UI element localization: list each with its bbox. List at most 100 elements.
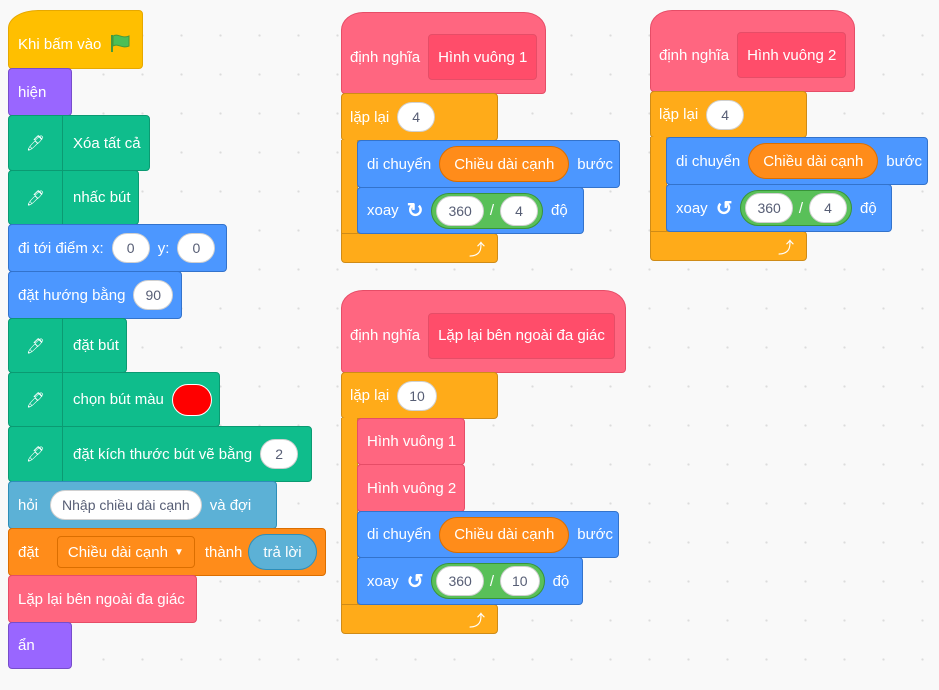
move-steps-block[interactable]: di chuyển Chiều dài cạnh bước [357,140,620,188]
go-to-xy-block[interactable]: đi tới điểm x: 0 y: 0 [8,224,227,272]
ask-wait-label: và đợi [209,496,252,514]
define-hinh-vuong-1-block[interactable]: định nghĩa Hình vuông 1 [341,12,546,94]
divide-label: / [489,572,494,590]
pen-icon: 🖊 [9,171,63,224]
turn-label: xoay [367,572,399,590]
repeat-count-input[interactable]: 4 [397,102,436,132]
pen-down-block[interactable]: 🖊 đặt bút [8,318,127,373]
pen-color-label: chọn bút màu [73,391,164,408]
call-label: Lặp lại bên ngoài đa giác [18,590,185,608]
pen-icon: 🖊 [9,116,63,170]
call-hinh-vuong-2-block[interactable]: Hình vuông 2 [357,464,465,512]
divide-label: / [489,202,494,219]
divisor-input[interactable]: 4 [808,193,847,223]
steps-label: bước [886,152,923,170]
procedure-prototype[interactable]: Hình vuông 2 [737,32,847,78]
pen-icon: 🖊 [9,427,63,481]
pen-down-label: đặt bút [73,337,119,354]
rotate-counter-clockwise-icon: ↺ [715,197,733,220]
ask-and-wait-block[interactable]: hỏi Nhập chiều dài cạnh và đợi [8,481,277,529]
divisor-input[interactable]: 10 [499,566,540,596]
repeat-label: lặp lại [659,106,699,123]
turn-left-block[interactable]: xoay ↺ 360 / 10 độ [357,557,583,605]
move-label: di chuyển [367,526,432,543]
procedure-prototype[interactable]: Lặp lại bên ngoài đa giác [428,312,615,359]
call-label: Hình vuông 1 [367,433,457,450]
pen-icon: 🖊 [9,373,63,426]
loop-arrow-icon: ⤴ [468,242,485,259]
define-hinh-vuong-2-block[interactable]: định nghĩa Hình vuông 2 [650,10,855,92]
hide-block[interactable]: ẩn [8,622,72,669]
call-label: Hình vuông 2 [367,479,457,497]
y-input[interactable]: 0 [177,233,216,263]
repeat-end: ⤴ [341,233,498,263]
call-hinh-vuong-1-block[interactable]: Hình vuông 1 [357,418,465,465]
answer-reporter[interactable]: trả lời [248,534,317,570]
turn-right-block[interactable]: xoay ↻ 360 / 4 độ [357,187,584,234]
set-variable-block[interactable]: đặt Chiều dài cạnh ▼ thành trả lời [8,528,326,576]
degrees-label: độ [859,199,877,217]
divisor-input[interactable]: 4 [499,195,538,226]
direction-input[interactable]: 90 [133,280,174,310]
set-pen-size-block[interactable]: 🖊 đặt kích thước bút vẽ bằng 2 [8,426,312,482]
variable-reporter[interactable]: Chiều dài cạnh [439,516,570,553]
rotate-clockwise-icon: ↻ [406,200,424,222]
turn-label: xoay [676,199,708,217]
divide-operator[interactable]: 360 / 4 [431,192,543,229]
hide-label: ẩn [18,637,35,654]
steps-label: bước [577,526,614,543]
point-direction-block[interactable]: đặt hướng bằng 90 [8,271,182,319]
chevron-down-icon: ▼ [173,546,184,558]
repeat-label: lặp lại [350,387,390,404]
define-label: định nghĩa [659,46,730,64]
point-direction-label: đặt hướng bằng [18,286,126,304]
dividend-input[interactable]: 360 [436,195,484,226]
dividend-input[interactable]: 360 [436,566,484,596]
repeat-arm [650,137,667,233]
repeat-count-input[interactable]: 4 [706,99,745,130]
x-input[interactable]: 0 [111,233,150,263]
color-swatch[interactable] [171,383,212,416]
pen-up-block[interactable]: 🖊 nhấc bút [8,170,139,225]
divide-label: / [798,199,803,217]
show-block[interactable]: hiện [8,68,72,116]
pen-size-label: đặt kích thước bút vẽ bằng [73,445,253,463]
when-flag-clicked-block[interactable]: Khi bấm vào [8,10,143,69]
repeat-end: ⤴ [341,604,498,634]
erase-all-label: Xóa tất cả [73,134,141,152]
loop-arrow-icon: ⤴ [777,240,794,257]
divide-operator[interactable]: 360 / 10 [431,563,545,599]
define-outer-polygon-block[interactable]: định nghĩa Lặp lại bên ngoài đa giác [341,290,626,373]
repeat-block[interactable]: lặp lại 10 [341,372,498,419]
variable-name: Chiều dài cạnh [67,543,168,561]
set-label: đặt [18,543,39,561]
erase-all-block[interactable]: 🖊 Xóa tất cả [8,115,150,171]
degrees-label: độ [550,202,568,219]
pen-size-input[interactable]: 2 [260,439,299,469]
repeat-arm [341,140,358,235]
move-label: di chuyển [676,152,741,170]
divide-operator[interactable]: 360 / 4 [740,190,852,226]
variable-dropdown[interactable]: Chiều dài cạnh ▼ [56,536,195,568]
ask-text-input[interactable]: Nhập chiều dài cạnh [50,490,202,520]
repeat-count-input[interactable]: 10 [397,380,437,411]
repeat-block[interactable]: lặp lại 4 [650,91,807,138]
define-label: định nghĩa [350,327,421,344]
repeat-end: ⤴ [650,231,807,261]
variable-reporter[interactable]: Chiều dài cạnh [748,143,879,179]
ask-label: hỏi [18,496,39,514]
turn-left-block[interactable]: xoay ↺ 360 / 4 độ [666,184,892,232]
y-label: y: [157,239,170,257]
repeat-block[interactable]: lặp lại 4 [341,93,498,141]
move-steps-block[interactable]: di chuyển Chiều dài cạnh bước [357,511,619,558]
dividend-input[interactable]: 360 [745,193,793,223]
repeat-arm [341,418,358,606]
loop-arrow-icon: ⤴ [468,613,485,630]
variable-reporter[interactable]: Chiều dài cạnh [439,146,570,182]
procedure-prototype[interactable]: Hình vuông 1 [428,34,538,80]
set-pen-color-block[interactable]: 🖊 chọn bút màu [8,372,220,427]
move-steps-block[interactable]: di chuyển Chiều dài cạnh bước [666,137,928,185]
show-label: hiện [18,83,47,101]
pen-up-label: nhấc bút [73,189,131,206]
call-outer-polygon-block[interactable]: Lặp lại bên ngoài đa giác [8,575,197,623]
